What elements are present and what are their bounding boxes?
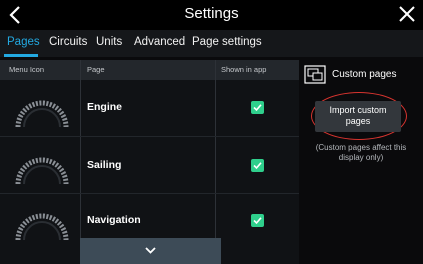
custom-pages-icon <box>304 65 326 84</box>
tab-circuits[interactable]: Circuits <box>49 36 87 48</box>
column-header-shown-in-app: Shown in app <box>221 65 267 74</box>
import-button-line1: Import custom <box>329 105 387 115</box>
active-tab-indicator <box>4 54 38 57</box>
table-row[interactable]: Engine <box>0 80 299 137</box>
page-name: Navigation <box>87 214 141 226</box>
column-header-page: Page <box>87 65 105 74</box>
import-button-line2: pages <box>345 116 371 126</box>
import-custom-pages-button[interactable]: Import custom pages <box>315 101 401 132</box>
tab-advanced[interactable]: Advanced <box>134 36 185 48</box>
table-header: Menu Icon Page Shown in app <box>0 60 299 80</box>
pages-table: Menu Icon Page Shown in app Engine Saili… <box>0 60 299 264</box>
close-icon[interactable] <box>398 5 416 23</box>
custom-pages-label: Custom pages <box>332 69 397 80</box>
shown-in-app-checkbox[interactable] <box>251 101 264 114</box>
shown-in-app-checkbox[interactable] <box>251 159 264 172</box>
custom-pages-panel: Custom pages Import custom pages (Custom… <box>299 60 423 264</box>
gauge-icon <box>15 157 69 185</box>
gauge-icon <box>15 213 69 241</box>
tab-bar: Pages Circuits Units Advanced Page setti… <box>0 30 423 57</box>
tab-page-settings[interactable]: Page settings <box>192 36 262 48</box>
shown-in-app-checkbox[interactable] <box>251 214 264 227</box>
chevron-down-icon <box>145 247 156 254</box>
note-line2: display only) <box>338 153 384 162</box>
table-row[interactable]: Sailing <box>0 137 299 194</box>
scroll-down-button[interactable] <box>80 238 221 264</box>
page-name: Engine <box>87 101 123 113</box>
custom-pages-note: (Custom pages affect this display only) <box>309 143 413 163</box>
gauge-icon <box>15 100 69 128</box>
page-title: Settings <box>184 5 239 22</box>
column-header-menu-icon: Menu Icon <box>9 65 45 74</box>
note-line1: (Custom pages affect this <box>315 143 407 152</box>
tab-pages[interactable]: Pages <box>7 36 40 48</box>
page-name: Sailing <box>87 159 122 171</box>
tab-units[interactable]: Units <box>96 36 122 48</box>
title-bar: Settings <box>0 0 423 30</box>
